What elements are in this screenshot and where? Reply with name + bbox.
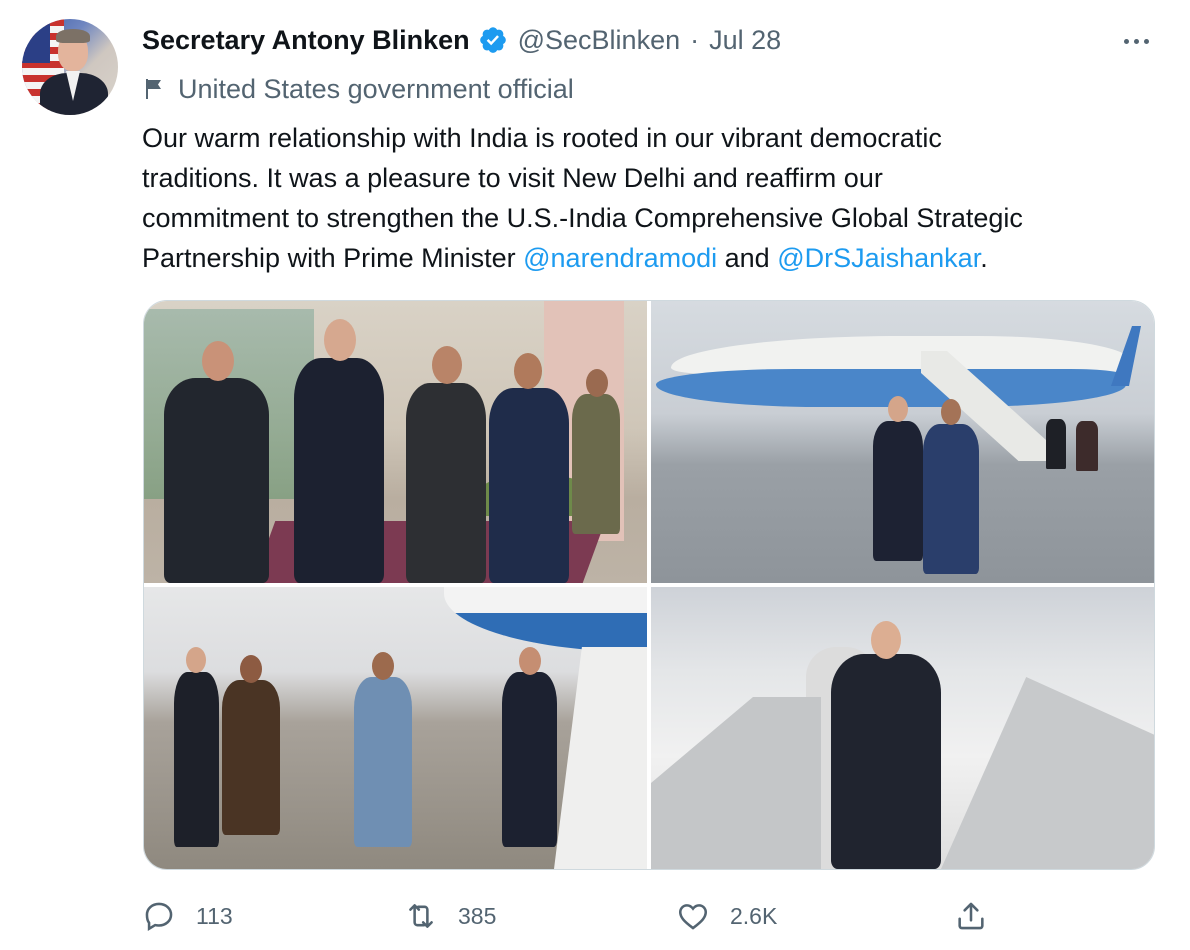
like-count: 2.6K xyxy=(730,902,778,929)
flag-icon xyxy=(146,79,161,99)
photo-person xyxy=(873,396,923,561)
photo-person xyxy=(406,346,486,583)
header-separator: · xyxy=(690,24,700,55)
tweet-text: Our warm relationship with India is root… xyxy=(142,118,1172,278)
photo-person xyxy=(294,319,384,583)
photo-person xyxy=(923,399,979,574)
photo-3[interactable] xyxy=(144,587,647,869)
photo-person xyxy=(354,652,412,847)
avatar-flag-canton xyxy=(22,19,50,63)
author-name[interactable]: Secretary Antony Blinken xyxy=(142,25,470,56)
more-options-icon[interactable] xyxy=(1116,26,1156,56)
tweet-actions: 113 385 2.6K xyxy=(142,896,1142,936)
photo-person xyxy=(1076,411,1098,471)
account-label[interactable]: United States government official xyxy=(142,70,574,108)
photo-airstairs xyxy=(554,647,647,869)
photo-person xyxy=(174,647,219,847)
photo-person xyxy=(489,353,569,583)
tweet-text-line-2: traditions. It was a pleasure to visit N… xyxy=(142,163,883,193)
retweet-icon xyxy=(409,904,433,928)
photo-airstairs-left xyxy=(651,697,821,869)
photo-person xyxy=(831,609,941,869)
photo-2[interactable] xyxy=(651,301,1154,583)
tweet-text-suffix: . xyxy=(980,243,988,273)
photo-person xyxy=(164,341,269,583)
media-grid xyxy=(143,300,1155,870)
mention-drsjaishankar[interactable]: @DrSJaishankar xyxy=(777,243,980,273)
verified-badge-icon xyxy=(479,27,506,53)
tweet-text-middle: and xyxy=(717,243,778,273)
retweet-count: 385 xyxy=(458,902,497,929)
tweet-text-line-1: Our warm relationship with India is root… xyxy=(142,123,942,153)
avatar-hair xyxy=(56,29,90,43)
reply-count: 113 xyxy=(196,902,233,929)
photo-person xyxy=(502,647,557,847)
photo-person xyxy=(1046,409,1066,469)
share-button[interactable] xyxy=(954,896,1008,936)
photo-person xyxy=(222,655,280,835)
share-icon xyxy=(958,902,984,930)
tweet-date[interactable]: Jul 28 xyxy=(709,25,781,56)
photo-4[interactable] xyxy=(651,587,1154,869)
photo-plane-nose xyxy=(444,587,647,652)
retweet-button[interactable]: 385 xyxy=(404,896,496,936)
reply-icon xyxy=(145,902,173,932)
author-avatar[interactable] xyxy=(22,19,118,115)
mention-narendramodi[interactable]: @narendramodi xyxy=(523,243,717,273)
photo-person xyxy=(572,369,620,534)
reply-button[interactable]: 113 xyxy=(142,896,233,936)
tweet-header: Secretary Antony Blinken @SecBlinken · J… xyxy=(142,20,781,60)
more-dot xyxy=(1123,38,1129,44)
tweet-text-line-3: commitment to strengthen the U.S.-India … xyxy=(142,203,1023,233)
tweet-text-line-4: Partnership with Prime Minister @narendr… xyxy=(142,238,1172,278)
account-label-text: United States government official xyxy=(178,73,574,104)
like-icon xyxy=(678,904,708,930)
more-dot xyxy=(1143,38,1149,44)
photo-airstairs-right xyxy=(941,677,1154,869)
more-dot xyxy=(1133,38,1139,44)
photo-1[interactable] xyxy=(144,301,647,583)
tweet-text-prefix: Partnership with Prime Minister xyxy=(142,243,524,273)
author-handle[interactable]: @SecBlinken xyxy=(518,25,681,56)
like-button[interactable]: 2.6K xyxy=(676,896,777,936)
